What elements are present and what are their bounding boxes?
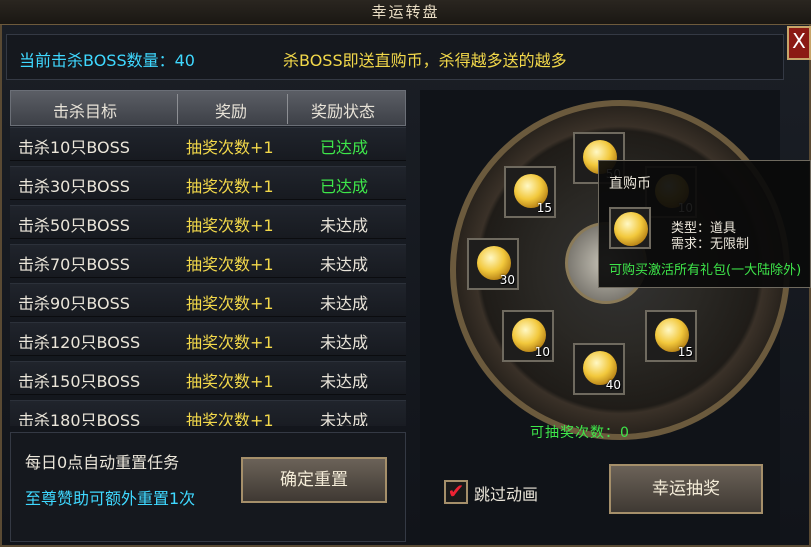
item-tooltip: 直购币 类型：道具 需求：无限制 可购买激活所有礼包(一大陆除外): [598, 160, 811, 288]
wheel-prize-slot[interactable]: 30: [467, 238, 519, 290]
kill-target-cell: 击杀120只BOSS: [18, 333, 141, 352]
info-bar: 当前击杀BOSS数量：40 杀BOSS即送直购币，杀得越多送的越多: [6, 34, 784, 80]
reward-cell: 抽奖次数+1: [186, 294, 274, 313]
skip-animation-label[interactable]: 跳过动画: [474, 481, 538, 505]
prize-quantity: 30: [499, 273, 515, 287]
header-divider: [287, 94, 288, 124]
prize-quantity: 15: [677, 345, 693, 359]
status-cell: 已达成: [320, 177, 369, 196]
table-header: 击杀目标 奖励 奖励状态: [10, 90, 406, 126]
table-row: 击杀120只BOSS 抽奖次数+1 未达成: [10, 322, 406, 356]
kill-target-cell: 击杀180只BOSS: [18, 411, 141, 426]
reward-cell: 抽奖次数+1: [186, 216, 274, 235]
prize-quantity: 10: [534, 345, 550, 359]
table-row: 击杀30只BOSS 抽奖次数+1 已达成: [10, 166, 406, 200]
skip-animation-checkbox[interactable]: ✔: [444, 480, 468, 504]
kill-target-cell: 击杀50只BOSS: [18, 216, 130, 235]
reward-cell: 抽奖次数+1: [186, 177, 274, 196]
header-status: 奖励状态: [311, 102, 376, 121]
table-row: 击杀70只BOSS 抽奖次数+1 未达成: [10, 244, 406, 278]
wheel-prize-slot[interactable]: 40: [573, 343, 625, 395]
status-cell: 未达成: [320, 294, 369, 313]
table-row: 击杀50只BOSS 抽奖次数+1 未达成: [10, 205, 406, 239]
reward-cell: 抽奖次数+1: [186, 333, 274, 352]
kill-reward-table: 击杀目标 奖励 奖励状态 击杀10只BOSS 抽奖次数+1 已达成 击杀30只BOSS…: [10, 90, 406, 426]
confirm-reset-button[interactable]: 确定重置: [241, 457, 387, 503]
kill-target-cell: 击杀90只BOSS: [18, 294, 130, 313]
status-cell: 未达成: [320, 216, 369, 235]
wheel-prize-slot[interactable]: 10: [502, 310, 554, 362]
reward-cell: 抽奖次数+1: [186, 411, 274, 426]
vip-reset-note: 至尊赞助可额外重置1次: [25, 489, 196, 508]
kill-target-cell: 击杀10只BOSS: [18, 138, 130, 157]
wheel-prize-slot[interactable]: 15: [504, 166, 556, 218]
tooltip-item-slot: [609, 207, 651, 249]
daily-reset-note: 每日0点自动重置任务: [25, 453, 180, 472]
kill-target-cell: 击杀70只BOSS: [18, 255, 130, 274]
title-bar: 幸运转盘: [0, 0, 811, 25]
boss-kill-count: 当前击杀BOSS数量：40: [19, 51, 195, 70]
status-cell: 未达成: [320, 372, 369, 391]
table-row: 击杀180只BOSS 抽奖次数+1 未达成: [10, 400, 406, 426]
draws-remaining: 可抽奖次数：0: [530, 425, 630, 441]
header-reward: 奖励: [215, 102, 248, 121]
status-cell: 未达成: [320, 255, 369, 274]
wheel-prize-slot[interactable]: 15: [645, 310, 697, 362]
prize-quantity: 40: [605, 378, 621, 392]
reward-cell: 抽奖次数+1: [186, 255, 274, 274]
status-cell: 未达成: [320, 411, 369, 426]
header-divider: [177, 94, 178, 124]
reward-cell: 抽奖次数+1: [186, 372, 274, 391]
header-target: 击杀目标: [53, 102, 118, 121]
lucky-draw-button[interactable]: 幸运抽奖: [609, 464, 763, 514]
tooltip-item-requirement: 需求：无限制: [671, 237, 750, 252]
kill-target-cell: 击杀150只BOSS: [18, 372, 141, 391]
table-row: 击杀150只BOSS 抽奖次数+1 未达成: [10, 361, 406, 395]
tooltip-item-name: 直购币: [609, 176, 651, 192]
status-cell: 未达成: [320, 333, 369, 352]
reward-cell: 抽奖次数+1: [186, 138, 274, 157]
reset-panel: 每日0点自动重置任务 至尊赞助可额外重置1次 确定重置: [10, 432, 406, 542]
gold-coin-icon: [614, 212, 648, 246]
kill-target-cell: 击杀30只BOSS: [18, 177, 130, 196]
table-row: 击杀10只BOSS 抽奖次数+1 已达成: [10, 127, 406, 161]
window-title: 幸运转盘: [371, 3, 440, 21]
close-button[interactable]: X: [787, 26, 811, 60]
tooltip-item-description: 可购买激活所有礼包(一大陆除外): [609, 263, 802, 278]
status-cell: 已达成: [320, 138, 369, 157]
table-row: 击杀90只BOSS 抽奖次数+1 未达成: [10, 283, 406, 317]
promo-text: 杀BOSS即送直购币，杀得越多送的越多: [283, 51, 567, 70]
prize-quantity: 15: [536, 201, 552, 215]
